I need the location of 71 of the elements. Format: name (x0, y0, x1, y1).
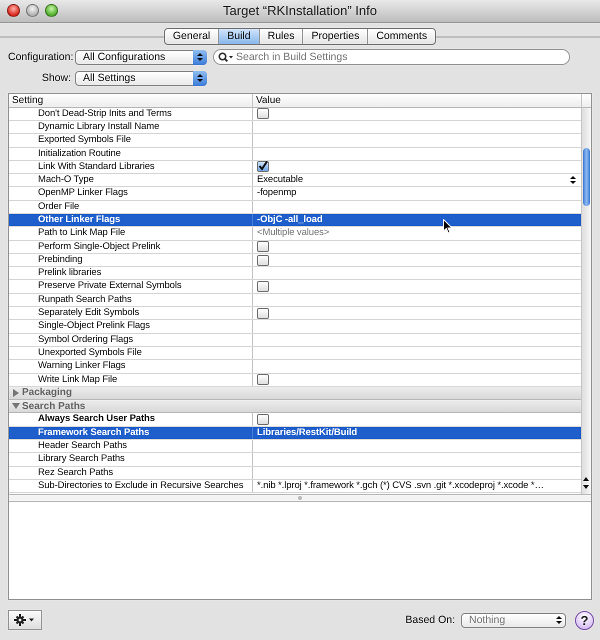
setting-cell[interactable]: Order File (9, 200, 253, 213)
column-header[interactable]: Setting (9, 94, 253, 107)
setting-cell[interactable]: Link With Standard Libraries (9, 160, 253, 174)
configuration-popup[interactable]: All Configurations (75, 50, 207, 65)
setting-cell[interactable]: Exported Symbols File (9, 134, 253, 146)
column-header[interactable]: Value (253, 94, 582, 107)
checkbox[interactable] (257, 161, 269, 172)
value-popup[interactable]: Executable (257, 174, 304, 186)
zoom-button[interactable] (45, 4, 58, 18)
based-on-label: Based On: (405, 614, 455, 626)
setting-cell[interactable]: Sub-Directories to Exclude in Recursive Searches (9, 480, 253, 492)
setting-cell[interactable]: Library Search Paths (9, 453, 253, 466)
scroll-bar[interactable] (581, 108, 591, 494)
group-row[interactable]: Search Paths (9, 400, 581, 414)
close-button[interactable] (7, 4, 20, 18)
show-label: Show: (40, 72, 72, 84)
value-text: -ObjC -all_load (257, 214, 323, 226)
setting-cell[interactable]: Rez Search Paths (9, 466, 253, 479)
group-title: Packaging (22, 387, 72, 398)
setting-cell[interactable]: Unexported Symbols File (9, 346, 253, 360)
checkbox[interactable] (257, 374, 269, 386)
checkbox[interactable] (257, 308, 269, 319)
split-handle[interactable] (9, 494, 591, 502)
setting-cell[interactable]: Preserve Private External Symbols (9, 280, 253, 293)
setting-cell[interactable]: Initialization Routine (9, 148, 253, 160)
setting-cell[interactable]: Always Search User Paths (9, 413, 253, 426)
minimize-button[interactable] (26, 4, 39, 18)
tab[interactable]: General (164, 28, 218, 44)
value-text: Libraries/RestKit/Build (257, 426, 358, 440)
setting-cell[interactable]: Dynamic Library Install Name (9, 120, 253, 134)
setting-cell[interactable]: Warning Linker Flags (9, 360, 253, 373)
window-title: Target “RKInstallation” Info (223, 3, 377, 18)
setting-cell[interactable]: Write Link Map File (9, 374, 253, 386)
help-button[interactable]: ? (575, 610, 594, 630)
setting-cell[interactable]: Other Linker Flags (9, 214, 253, 226)
setting-cell[interactable]: Prelink libraries (9, 267, 253, 280)
setting-cell[interactable]: Header Search Paths (9, 440, 253, 452)
checkbox[interactable] (257, 241, 269, 252)
setting-cell[interactable]: Path to Link Map File (9, 227, 253, 240)
action-button[interactable] (8, 610, 42, 630)
search-field[interactable]: Search in Build Settings (213, 49, 570, 66)
tab[interactable]: Properties (302, 28, 368, 44)
value-text: <Multiple values> (257, 227, 330, 240)
stepper-icon (193, 50, 207, 65)
group-title: Search Paths (22, 400, 86, 412)
checkbox[interactable] (257, 414, 269, 426)
stepper-icon (193, 70, 207, 86)
value-text: -fopenmp (257, 187, 296, 200)
setting-cell[interactable]: Perform Single-Object Prelink (9, 240, 253, 253)
setting-cell[interactable]: Prebinding (9, 254, 253, 266)
checkbox[interactable] (257, 254, 269, 266)
gear-icon (14, 614, 36, 626)
checkbox[interactable] (257, 108, 269, 120)
stepper-icon (569, 176, 577, 184)
setting-cell[interactable]: Single-Object Prelink Flags (9, 320, 253, 333)
configuration-label: Configuration: (8, 51, 74, 64)
setting-cell[interactable]: Runpath Search Paths (9, 294, 253, 306)
show-popup[interactable]: All Settings (75, 70, 207, 86)
group-row[interactable]: Packaging (9, 386, 581, 400)
mouse-pointer-icon (443, 219, 453, 234)
checkbox[interactable] (257, 281, 269, 292)
setting-cell[interactable]: Mach-O Type (9, 174, 253, 186)
setting-cell[interactable]: Don't Dead-Strip Inits and Terms (9, 108, 253, 120)
setting-cell[interactable]: OpenMP Linker Flags (9, 187, 253, 200)
value-text: *.nib *.lproj *.framework *.gch (*) CVS .svn .git *.xcodeproj *.xcode *… (257, 480, 544, 492)
tab[interactable]: Build (218, 28, 259, 44)
setting-cell[interactable]: Separately Edit Symbols (9, 307, 253, 320)
tab[interactable]: Comments (367, 28, 436, 44)
setting-cell[interactable]: Symbol Ordering Flags (9, 334, 253, 346)
tab[interactable]: Rules (258, 28, 302, 44)
setting-cell[interactable]: Framework Search Paths (9, 426, 253, 440)
